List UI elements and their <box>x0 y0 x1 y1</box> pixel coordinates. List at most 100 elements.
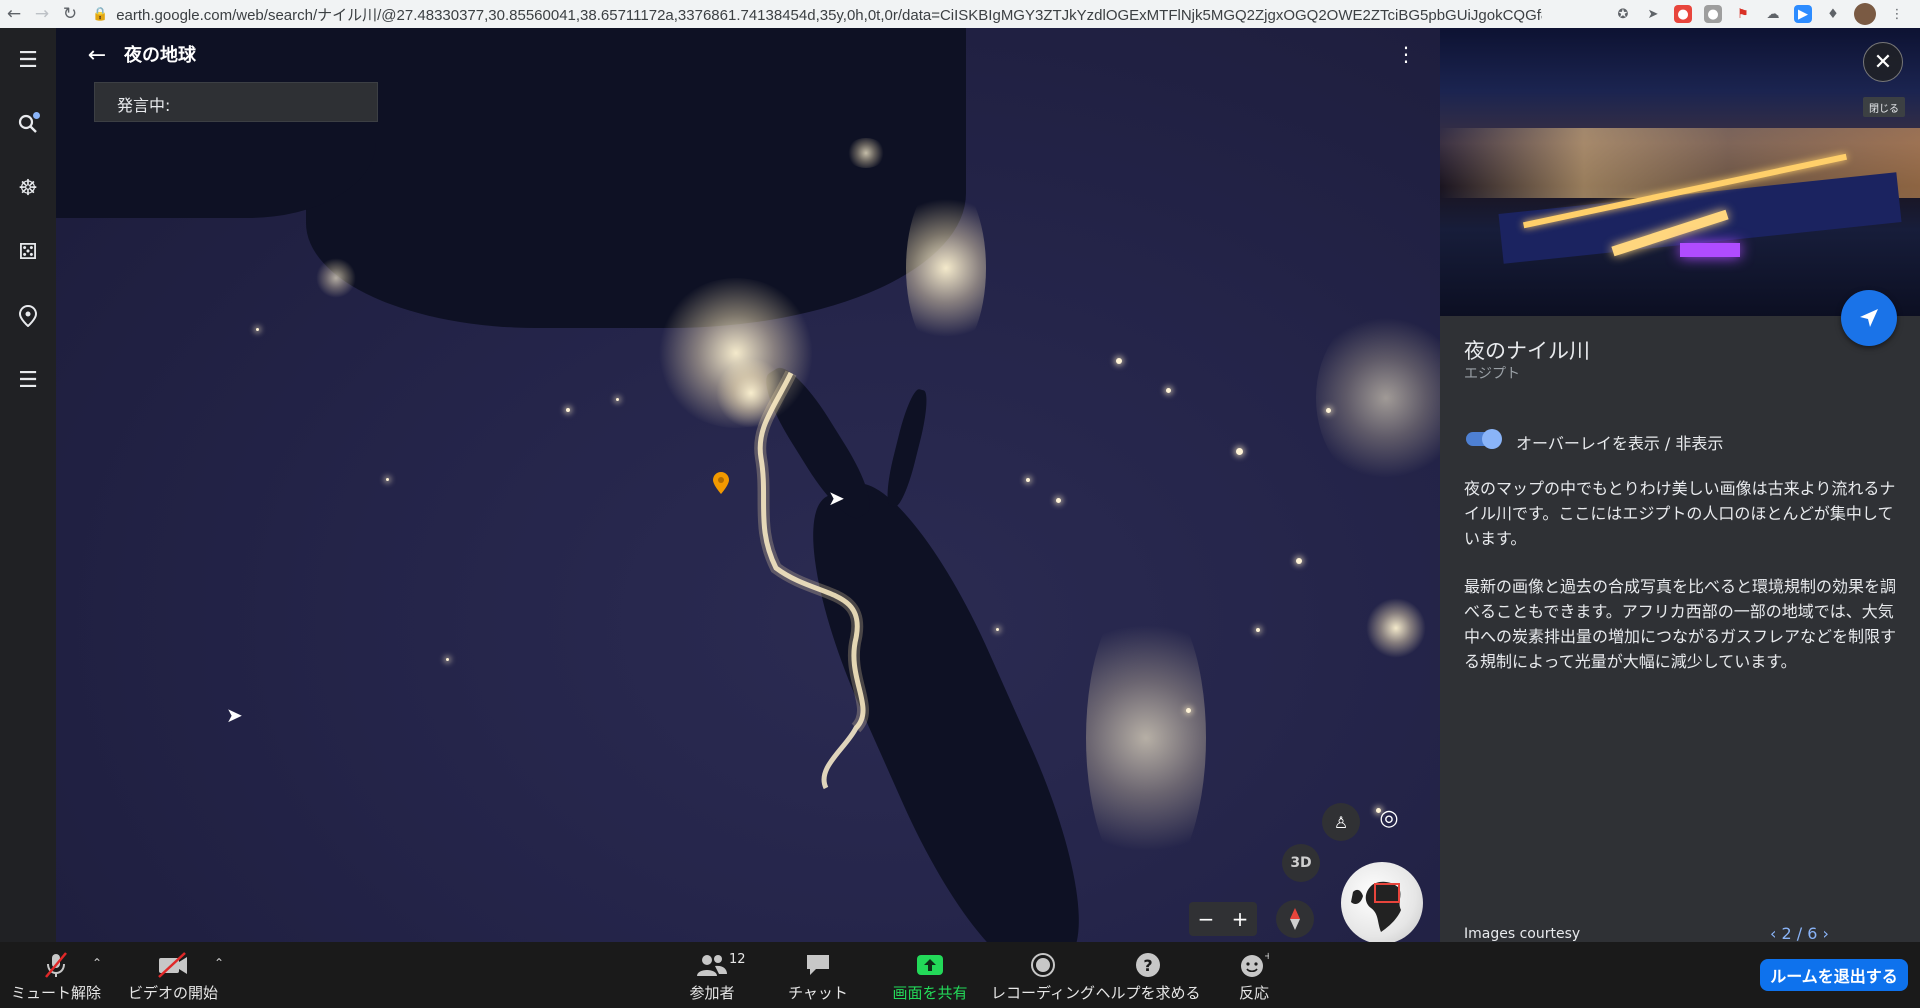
cursor-extension-icon[interactable]: ➤ <box>1644 5 1662 23</box>
cairo-night-photo <box>1440 28 1920 316</box>
start-video-button[interactable]: ビデオの開始 <box>128 942 219 1008</box>
3d-toggle-button[interactable]: 3D <box>1282 844 1320 882</box>
nile-river-lights <box>754 370 870 790</box>
lock-icon: 🔒 <box>92 6 109 21</box>
participants-icon <box>695 950 729 980</box>
back-arrow-icon[interactable]: ← <box>0 0 28 28</box>
leave-room-button[interactable]: ルームを退出する <box>1760 959 1908 991</box>
cloud-extension-icon[interactable]: ☁ <box>1764 5 1782 23</box>
mouse-cursor-icon: ➤ <box>226 703 243 727</box>
toggle-knob <box>1482 429 1502 449</box>
card-subtitle: エジプト <box>1464 366 1520 382</box>
location-pin-icon[interactable] <box>713 472 729 494</box>
close-tooltip: 閉じる <box>1863 97 1905 117</box>
chat-button[interactable]: チャット <box>788 942 848 1008</box>
city-dot <box>1026 478 1030 482</box>
pegman-icon[interactable]: ♙ <box>1322 803 1360 841</box>
city-dot <box>446 658 449 661</box>
reactions-label: 反応 <box>1238 984 1269 1002</box>
city-dot <box>1296 558 1302 564</box>
browser-toolbar: ← → ↻ 🔒 earth.google.com/web/search/ナイル川… <box>0 0 1920 28</box>
address-bar[interactable]: 🔒 earth.google.com/web/search/ナイル川/@27.4… <box>92 3 1542 25</box>
zoom-extension-icon[interactable]: ▶ <box>1794 5 1812 23</box>
profile-avatar[interactable] <box>1854 3 1876 25</box>
share-screen-label: 画面を共有 <box>892 984 968 1002</box>
overlay-toggle-label: オーバーレイを表示 / 非表示 <box>1516 434 1724 453</box>
feeling-lucky-dice-icon[interactable]: ⚄ <box>10 234 46 270</box>
city-dot <box>1186 708 1191 713</box>
svg-text:+: + <box>1264 951 1269 962</box>
story-card-panel: ✕ 閉じる 夜のナイル川 エジプト オーバーレイを表示 / 非表示 夜のマップの… <box>1440 28 1920 942</box>
svg-text:?: ? <box>1143 956 1152 975</box>
reload-icon[interactable]: ↻ <box>56 0 84 28</box>
description-paragraph-1: 夜のマップの中でもとりわけ美しい画像は古来より流れるナイル川です。ここにはエジプ… <box>1464 479 1896 548</box>
red-extension-icon[interactable]: ● <box>1674 5 1692 23</box>
meeting-toolbar: ミュート解除 ⌃ ビデオの開始 ⌃ 参加者 12 チャット 画面を共有 レコーデ… <box>0 942 1920 1008</box>
video-options-caret-icon[interactable]: ⌃ <box>214 956 224 970</box>
city-dot <box>1326 408 1331 413</box>
story-title: 夜の地球 <box>124 45 196 66</box>
zoom-in-button[interactable]: + <box>1232 907 1249 931</box>
city-dot <box>1116 358 1122 364</box>
extensions-menu-icon[interactable]: ♦ <box>1824 5 1842 23</box>
city-dot <box>1056 498 1061 503</box>
extension-icons: ✪ ➤ ● ● ⚑ ☁ ▶ ♦ ⋮ <box>1614 0 1920 28</box>
my-location-icon[interactable]: ◎ <box>1370 799 1408 837</box>
menu-icon[interactable]: ☰ <box>10 42 46 78</box>
map-style-layers-icon[interactable]: ☰ <box>10 362 46 398</box>
share-screen-icon <box>915 950 945 980</box>
audio-options-caret-icon[interactable]: ⌃ <box>92 956 102 970</box>
puzzle-extension-icon[interactable]: ✪ <box>1614 5 1632 23</box>
zoom-controls: − + <box>1189 902 1257 936</box>
unmute-label: ミュート解除 <box>11 984 102 1002</box>
share-screen-button[interactable]: 画面を共有 <box>888 942 972 1008</box>
share-icon[interactable] <box>1841 290 1897 346</box>
search-icon[interactable] <box>10 106 46 142</box>
voyager-helm-icon[interactable]: ☸ <box>10 170 46 206</box>
video-off-icon <box>157 950 189 980</box>
more-options-icon[interactable]: ⋮ <box>1396 42 1416 66</box>
city-dot <box>256 328 259 331</box>
mini-globe-icon[interactable] <box>1341 862 1423 942</box>
city-dot <box>566 408 570 412</box>
reactions-button[interactable]: + 反応 <box>1230 942 1278 1008</box>
zoom-out-button[interactable]: − <box>1198 907 1215 931</box>
ask-for-help-button[interactable]: ? ヘルプを求める <box>1096 942 1201 1008</box>
city-dot <box>996 628 999 631</box>
mouse-cursor-icon: ➤ <box>828 486 845 510</box>
forward-arrow-icon[interactable]: → <box>28 0 56 28</box>
chat-label: チャット <box>788 984 848 1002</box>
image-credit: Images courtesy <box>1464 926 1581 942</box>
city-dot <box>1256 628 1260 632</box>
projects-pin-icon[interactable] <box>10 298 46 334</box>
earth-map-view[interactable]: ← 夜の地球 ⋮ 発言中: ➤ ➤ ♙ ◎ 3D − + <box>56 28 1440 942</box>
notification-dot <box>33 112 40 119</box>
recording-button[interactable]: レコーディング <box>991 942 1095 1008</box>
back-arrow-icon[interactable]: ← <box>82 40 112 70</box>
participants-label: 参加者 <box>689 984 735 1002</box>
flag-extension-icon[interactable]: ⚑ <box>1734 5 1752 23</box>
card-title: 夜のナイル川 <box>1464 339 1590 363</box>
browser-menu-icon[interactable]: ⋮ <box>1888 5 1906 23</box>
ask-for-help-label: ヘルプを求める <box>1095 984 1201 1002</box>
speaking-indicator: 発言中: <box>94 82 378 122</box>
start-video-label: ビデオの開始 <box>128 984 219 1002</box>
compass-icon[interactable] <box>1276 900 1314 938</box>
map-title-bar: ← 夜の地球 ⋮ <box>56 28 1440 82</box>
gray-extension-icon[interactable]: ● <box>1704 5 1722 23</box>
city-dot <box>1166 388 1171 393</box>
boat-lights <box>1680 243 1740 257</box>
slide-pager[interactable]: ‹ 2 / 6 › <box>1770 924 1829 942</box>
city-dot <box>1236 448 1243 455</box>
help-question-icon: ? <box>1135 950 1161 980</box>
chat-bubble-icon <box>804 950 832 980</box>
participants-count: 12 <box>729 952 746 967</box>
earth-left-rail: ☰ ☸ ⚄ ☰ <box>0 28 56 942</box>
close-icon[interactable]: ✕ <box>1863 42 1903 82</box>
recording-label: レコーディング <box>991 984 1095 1002</box>
description-paragraph-2: 最新の画像と過去の合成写真を比べると環境規制の効果を調べることもできます。アフリ… <box>1464 577 1897 671</box>
unmute-button[interactable]: ミュート解除 <box>11 942 102 1008</box>
smiley-add-icon: + <box>1239 950 1269 980</box>
city-dot <box>386 478 389 481</box>
overlay-toggle[interactable] <box>1464 429 1502 449</box>
